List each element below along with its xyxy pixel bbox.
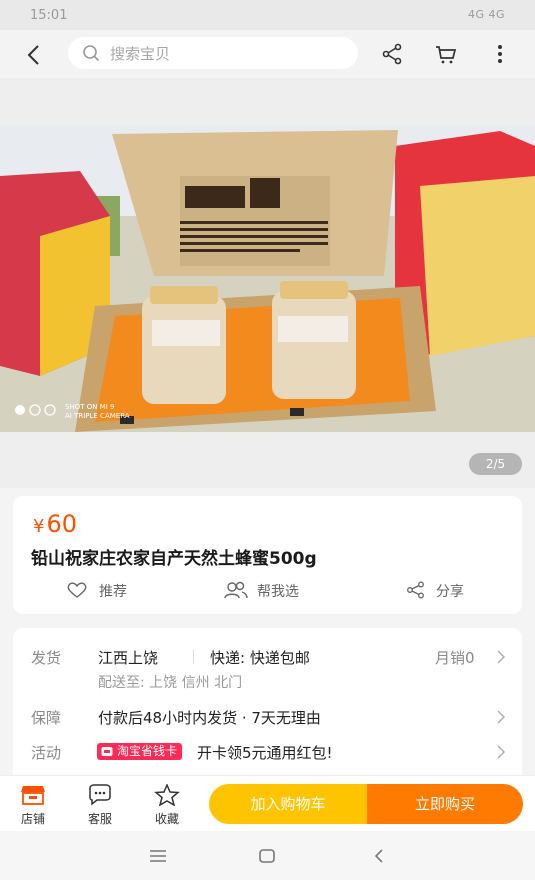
camera-watermark: SHOT ON MI 9 AI TRIPLE CAMERA: [65, 403, 130, 420]
share-button[interactable]: 分享: [406, 580, 486, 600]
currency-symbol: ¥: [33, 516, 45, 537]
nav-back-icon[interactable]: [370, 847, 390, 865]
ship-origin: 江西上饶: [98, 649, 159, 667]
product-image: [0, 126, 535, 432]
guarantee-label: 保障: [31, 709, 62, 727]
share-small-icon: [407, 581, 424, 599]
people-icon: [224, 581, 248, 599]
share-label: 分享: [436, 584, 464, 600]
chevron-right-icon[interactable]: [496, 710, 506, 724]
star-icon: [154, 784, 180, 806]
store-label: 店铺: [20, 812, 45, 826]
ship-label: 发货: [31, 649, 62, 667]
heart-icon: [67, 582, 87, 598]
customer-service-button[interactable]: 客服: [80, 784, 120, 827]
help-choose-label: 帮我选: [257, 584, 299, 600]
service-label: 客服: [87, 812, 112, 826]
recommend-button[interactable]: 推荐: [66, 580, 146, 600]
recommend-label: 推荐: [99, 584, 127, 600]
store-icon: [21, 786, 45, 805]
coupon-icon: [101, 747, 113, 756]
add-to-cart-button[interactable]: 加入购物车: [209, 784, 367, 824]
guarantee-text[interactable]: 付款后48小时内发货 · 7天无理由: [98, 707, 321, 728]
status-bar: 15:01 4G 4G: [0, 0, 535, 30]
promo-badge: 淘宝省钱卡: [97, 743, 183, 760]
promo-text[interactable]: 开卡领5元通用红包!: [197, 742, 333, 763]
back-icon[interactable]: [22, 42, 48, 68]
search-input[interactable]: 搜索宝贝: [68, 37, 358, 69]
deliver-to[interactable]: 配送至: 上饶 信州 北门: [98, 672, 242, 692]
favorite-button[interactable]: 收藏: [147, 784, 187, 827]
home-icon[interactable]: [257, 847, 277, 865]
help-choose-button[interactable]: 帮我选: [224, 580, 334, 600]
page-indicator: 2/5: [469, 453, 522, 475]
chat-icon: [89, 784, 111, 806]
chevron-right-icon[interactable]: [496, 650, 506, 664]
promo-label: 活动: [31, 744, 62, 762]
search-icon: [83, 45, 100, 62]
monthly-sales: 月销0: [435, 649, 475, 667]
store-button[interactable]: 店铺: [13, 784, 53, 827]
top-bar: 搜索宝贝: [0, 30, 535, 78]
menu-icon[interactable]: [148, 847, 168, 865]
price-card: ¥60 铅山祝家庄农家自产天然土蜂蜜500g 推荐 帮我选 分享: [13, 496, 522, 614]
cart-icon[interactable]: [434, 42, 458, 66]
search-placeholder: 搜索宝贝: [110, 45, 171, 63]
system-nav-bar: [0, 831, 535, 880]
status-time: 15:01: [30, 8, 68, 23]
more-icon[interactable]: [488, 42, 512, 66]
share-icon[interactable]: [380, 42, 404, 66]
favorite-label: 收藏: [154, 812, 179, 826]
product-gallery[interactable]: SHOT ON MI 9 AI TRIPLE CAMERA: [0, 78, 535, 488]
buy-now-button[interactable]: 立即购买: [367, 784, 523, 824]
divider: [193, 650, 194, 664]
delivery-method: 快递: 快递包邮: [210, 649, 310, 667]
signal-indicator: 4G 4G: [467, 8, 505, 21]
product-title: 铅山祝家庄农家自产天然土蜂蜜500g: [31, 549, 317, 569]
price-value: 60: [46, 510, 77, 538]
details-card: 发货 江西上饶 快递: 快递包邮 月销0 配送至: 上饶 信州 北门 保障 付款…: [13, 628, 522, 788]
price: ¥60: [33, 510, 77, 538]
chevron-right-icon[interactable]: [496, 745, 506, 759]
bottom-action-bar: 店铺 客服 收藏 加入购物车 立即购买: [0, 775, 535, 831]
promo-badge-text: 淘宝省钱卡: [117, 744, 178, 758]
